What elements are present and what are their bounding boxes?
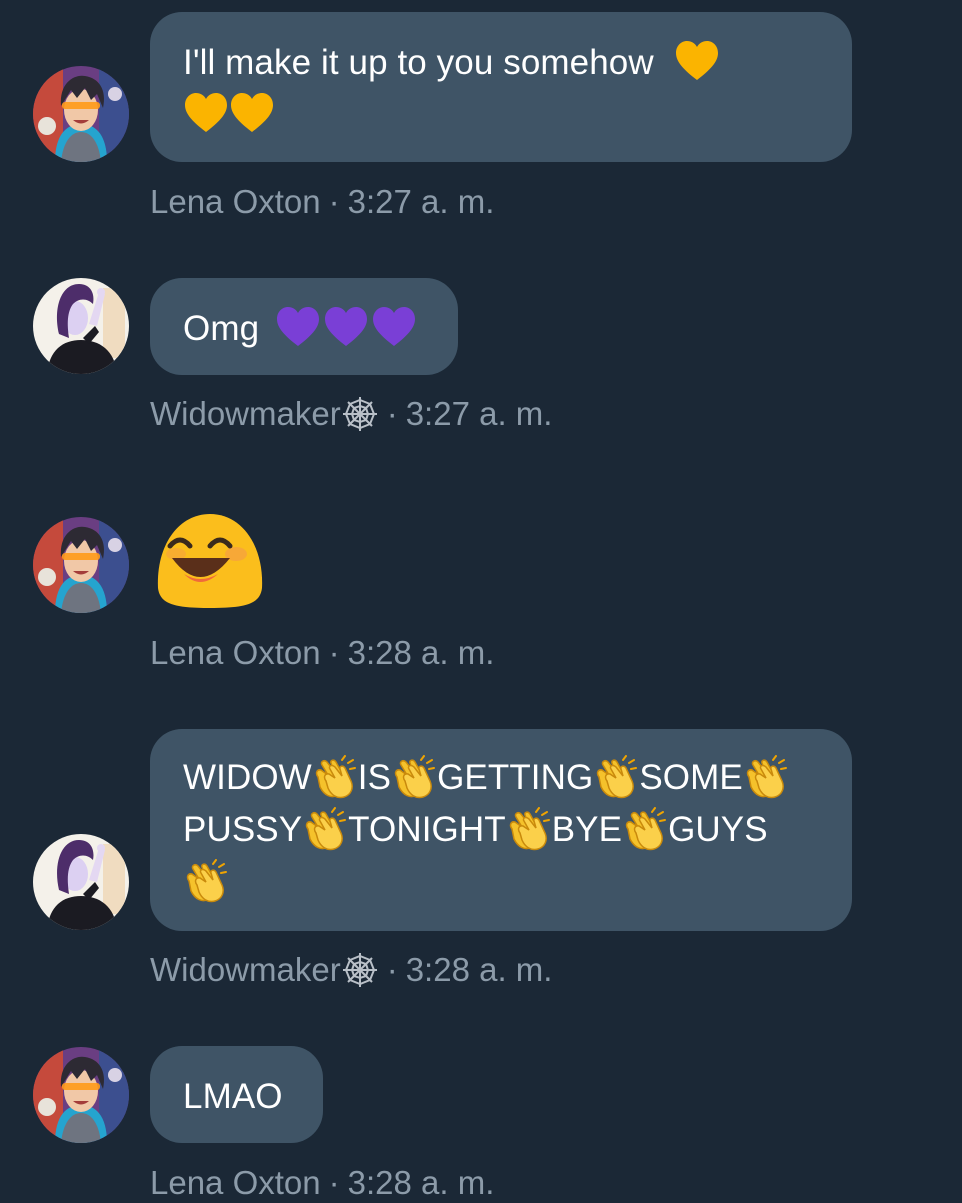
- clapping-hands-icon: [743, 755, 789, 799]
- meta-separator: ·: [386, 951, 398, 988]
- message-time: 3:27 a. m.: [405, 395, 553, 432]
- tracer-avatar-icon[interactable]: [33, 517, 129, 613]
- clapping-hands-icon: [391, 755, 437, 799]
- yellow-heart-icon: [229, 92, 275, 134]
- widowmaker-avatar-icon[interactable]: [33, 278, 129, 374]
- message-word: SOME: [639, 758, 743, 797]
- clapping-hands-icon: [593, 755, 639, 799]
- clapping-hands-icon: [183, 859, 229, 903]
- clapping-hands-icon: [312, 755, 358, 799]
- message-meta: Lena Oxton · 3:27 a. m.: [150, 182, 494, 222]
- tracer-avatar-icon[interactable]: [33, 1047, 129, 1143]
- message-time: 3:28 a. m.: [347, 1164, 495, 1201]
- author-name: Lena Oxton: [150, 1164, 321, 1201]
- message-time: 3:28 a. m.: [405, 951, 553, 988]
- spider-web-icon: [341, 395, 379, 433]
- yellow-heart-icon: [183, 92, 229, 134]
- tracer-avatar-icon[interactable]: [33, 66, 129, 162]
- message-bubble[interactable]: LMAO: [150, 1046, 323, 1143]
- message-word: PUSSY: [183, 810, 303, 849]
- message-word: BYE: [551, 810, 623, 849]
- meta-separator: ·: [328, 1164, 340, 1201]
- message-meta: Lena Oxton · 3:28 a. m.: [150, 633, 494, 673]
- meta-separator: ·: [328, 634, 340, 671]
- message-meta: Widowmaker · 3:27 a. m.: [150, 394, 552, 434]
- author-name: Widowmaker: [150, 951, 341, 988]
- author-name: Lena Oxton: [150, 634, 321, 671]
- author-name: Lena Oxton: [150, 183, 321, 220]
- grinning-face-icon[interactable]: [150, 510, 268, 610]
- purple-heart-icon: [323, 306, 369, 348]
- message-text: I'll make it up to you somehow: [183, 43, 654, 82]
- message-time: 3:28 a. m.: [347, 634, 495, 671]
- message-meta: Widowmaker · 3:28 a. m.: [150, 950, 552, 990]
- message-text: LMAO: [183, 1077, 283, 1116]
- clapping-hands-icon: [506, 807, 552, 851]
- clapping-hands-icon: [302, 807, 348, 851]
- clapping-hands-icon: [622, 807, 668, 851]
- message-word: WIDOW: [183, 758, 312, 797]
- spider-web-icon: [341, 951, 379, 989]
- purple-heart-icon: [371, 306, 417, 348]
- message-bubble[interactable]: Omg: [150, 278, 458, 375]
- message-bubble[interactable]: I'll make it up to you somehow: [150, 12, 852, 162]
- message-meta: Lena Oxton · 3:28 a. m.: [150, 1163, 494, 1203]
- message-word: IS: [357, 758, 392, 797]
- message-word: GETTING: [437, 758, 594, 797]
- message-word: TONIGHT: [348, 810, 506, 849]
- purple-heart-icon: [275, 306, 321, 348]
- author-name: Widowmaker: [150, 395, 341, 432]
- yellow-heart-icon: [674, 40, 720, 82]
- widowmaker-avatar-icon[interactable]: [33, 834, 129, 930]
- meta-separator: ·: [386, 395, 398, 432]
- meta-separator: ·: [328, 183, 340, 220]
- message-time: 3:27 a. m.: [347, 183, 495, 220]
- message-word: GUYS: [668, 810, 768, 849]
- message-bubble[interactable]: WIDOW IS GETTING SOME PUSSY TONIGHT BYE GUYS: [150, 729, 852, 931]
- message-text: Omg: [183, 309, 260, 348]
